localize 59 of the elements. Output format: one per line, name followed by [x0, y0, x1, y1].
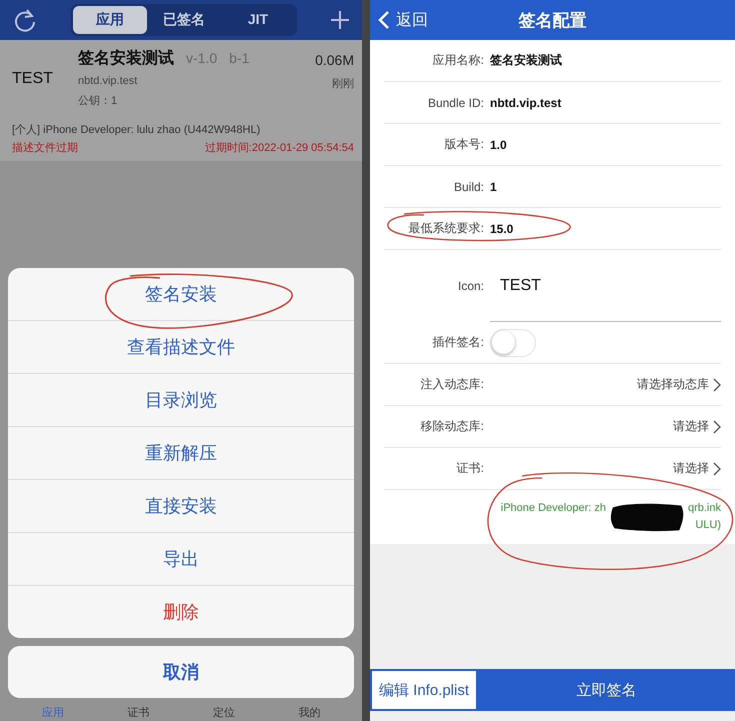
chevron-icon: [713, 420, 721, 434]
field-label: 插件签名:: [432, 334, 484, 351]
back-button[interactable]: 返回: [370, 10, 428, 30]
field-label: 证书:: [456, 460, 484, 477]
select-field[interactable]: 请选择动态库: [484, 376, 721, 393]
field-value: nbtd.vip.test: [490, 96, 562, 110]
field-label: Bundle ID:: [426, 96, 484, 110]
action-item[interactable]: 签名安装: [8, 268, 354, 320]
plus-icon[interactable]: [330, 10, 350, 30]
field-label: 注入动态库:: [420, 376, 484, 393]
action-item[interactable]: 导出: [8, 532, 354, 585]
bundle-id: nbtd.vip.test: [78, 75, 138, 87]
action-item[interactable]: 直接安装: [8, 479, 354, 532]
app-icon-text: TEST: [500, 276, 541, 294]
chevron-icon: [713, 378, 721, 392]
action-item[interactable]: 目录浏览: [8, 373, 354, 426]
app-size: 0.06M: [315, 52, 354, 68]
profile-status: 描述文件过期: [12, 140, 78, 155]
edit-info-plist-button[interactable]: 编辑 Info.plist: [370, 669, 478, 711]
app-build: b-1: [229, 50, 250, 66]
action-item[interactable]: 删除: [8, 585, 354, 638]
select-field[interactable]: 请选择: [484, 418, 721, 435]
certificate-text: iPhone Developer: zh: [500, 501, 606, 516]
install-time: 刚刚: [332, 77, 354, 91]
app-list-item[interactable]: TEST 签名安装测试 v-1.0 b-1 nbtd.vip.test 公钥：1 0.06M 刚刚 [个人] iPhone Developer: lulu zhao (U442W948HL) 描述文件过期 过期时间:2022-01-29 05:54:54: [0, 40, 362, 161]
segment-tab[interactable]: 应用: [73, 6, 147, 34]
app-name: 签名安装测试: [78, 48, 174, 69]
field-label: Icon:: [456, 279, 484, 293]
certificate-name: [个人] iPhone Developer: lulu zhao (U442W948HL): [12, 123, 262, 137]
select-field[interactable]: 请选择: [484, 460, 721, 477]
action-item[interactable]: 查看描述文件: [8, 320, 354, 373]
segment-tab[interactable]: JIT: [221, 6, 295, 34]
back-icon: [378, 10, 390, 30]
app-icon-text: TEST: [12, 70, 54, 88]
chevron-icon: [713, 462, 721, 476]
field-value: 1: [490, 180, 497, 194]
tab-bar-item[interactable]: 定位: [212, 705, 235, 720]
certificate-text: qrb.ink: [688, 501, 721, 516]
field-label: 应用名称:: [432, 52, 484, 69]
sign-button[interactable]: 立即签名: [478, 669, 735, 711]
tab-bar-item[interactable]: 证书: [127, 705, 150, 720]
cancel-button[interactable]: 取消: [8, 646, 354, 698]
field-label: 版本号:: [444, 136, 484, 153]
action-item[interactable]: 重新解压: [8, 426, 354, 479]
certificate-text: ULU): [695, 518, 721, 533]
toggle-switch[interactable]: [490, 328, 536, 356]
field-label: 最低系统要求:: [408, 220, 484, 237]
segment-tab[interactable]: 已签名: [147, 6, 221, 34]
field-label: Build:: [452, 180, 484, 194]
tab-bar-item[interactable]: 我的: [298, 705, 320, 720]
expiry-time: 过期时间:2022-01-29 05:54:54: [204, 141, 354, 155]
field-label: 移除动态库:: [420, 418, 484, 435]
public-key: 公钥：1: [78, 93, 316, 108]
field-value: 1.0: [490, 138, 507, 152]
refresh-icon[interactable]: [12, 7, 38, 33]
field-value: 15.0: [490, 222, 514, 236]
field-value: 签名安装测试: [490, 52, 562, 69]
page-title: 签名配置: [518, 10, 588, 32]
app-version: v-1.0: [186, 50, 218, 66]
